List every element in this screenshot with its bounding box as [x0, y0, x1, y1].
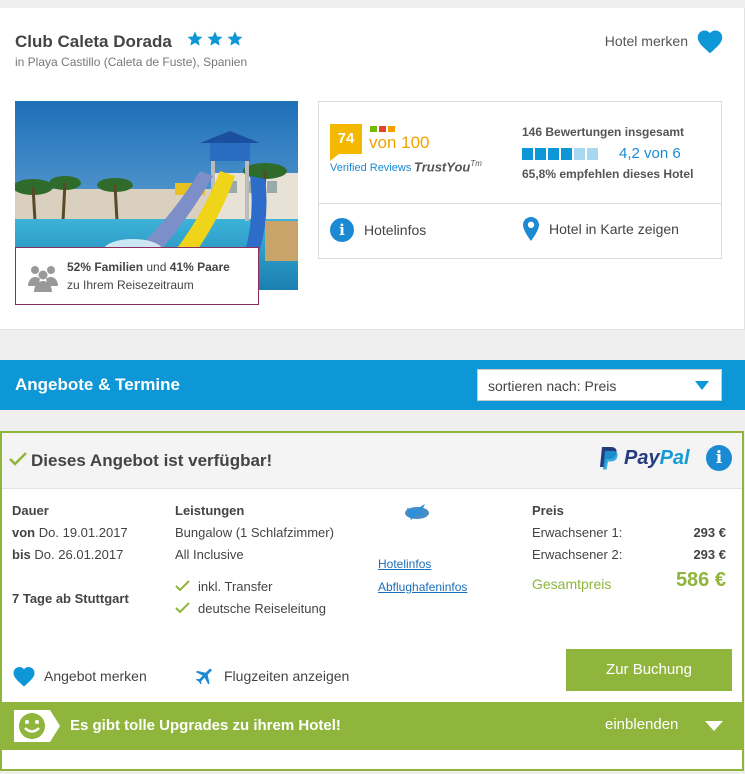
paypal-pay: Pay — [624, 446, 660, 469]
check-icon — [175, 602, 190, 614]
family-stats-text: 52% Familien und 41% Paare zu Ihrem Reis… — [67, 258, 230, 294]
smiley-icon — [14, 710, 60, 742]
check-icon — [175, 580, 190, 592]
adult1-label: Erwachsener 1: — [532, 525, 623, 540]
hotel-location: in Playa Castillo (Caleta de Fuste), Spa… — [15, 55, 248, 69]
airport-info-link[interactable]: Abflughafeninfos — [378, 580, 467, 594]
trustyou-tm: Tm — [470, 159, 482, 168]
payment-info-icon[interactable]: i — [706, 445, 732, 471]
score-badge: 74 — [330, 124, 362, 161]
star-icon — [207, 31, 223, 46]
board-type: All Inclusive — [175, 547, 244, 562]
recommend-rate: 65,8% empfehlen dieses Hotel — [522, 167, 694, 181]
show-flight-times-label: Flugzeiten anzeigen — [224, 668, 350, 684]
rating-square — [574, 148, 585, 160]
check-icon — [9, 452, 27, 466]
adult2-price: 293 € — [693, 547, 726, 562]
hotelinfo-link-offer[interactable]: Hotelinfos — [378, 557, 431, 571]
map-pin-icon — [523, 217, 539, 241]
availability-header: Dieses Angebot ist verfügbar! PayPal i — [2, 433, 742, 489]
upgrade-bar[interactable]: Es gibt tolle Upgrades zu ihrem Hotel! e… — [2, 702, 742, 750]
heart-icon — [13, 667, 35, 687]
score-dot — [370, 126, 377, 132]
date-to: bis Do. 26.01.2017 — [12, 547, 123, 562]
hotel-card: Club Caleta Dorada in Playa Castillo (Ca… — [0, 8, 745, 330]
save-offer-label: Angebot merken — [44, 668, 147, 684]
duration-summary: 7 Tage ab Stuttgart — [12, 591, 129, 606]
score-dots — [370, 126, 395, 132]
rating-square — [587, 148, 598, 160]
trustyou-logo: TrustYouTm — [414, 159, 482, 174]
adult2-label: Erwachsener 2: — [532, 547, 623, 562]
date-to-value: Do. 26.01.2017 — [34, 547, 124, 562]
family-group-icon — [28, 266, 58, 292]
couples-percent: 41% Paare — [169, 260, 230, 274]
show-on-map-link[interactable]: Hotel in Karte zeigen — [523, 217, 679, 241]
total-price-value: 586 € — [675, 569, 726, 591]
date-from: von Do. 19.01.2017 — [12, 525, 128, 540]
rating-squares — [522, 148, 598, 160]
price-heading: Preis — [532, 503, 564, 518]
date-from-value: Do. 19.01.2017 — [38, 525, 128, 540]
paypal-pal: Pal — [659, 446, 690, 469]
chevron-down-icon — [705, 721, 723, 731]
reviews-total[interactable]: 146 Bewertungen insgesamt — [522, 125, 684, 139]
service-extra-label: inkl. Transfer — [198, 579, 273, 594]
adult1-price: 293 € — [693, 525, 726, 540]
rating-square — [522, 148, 533, 160]
offers-title: Angebote & Termine — [15, 375, 180, 394]
hotelinfo-label: Hotelinfos — [364, 222, 427, 238]
duration-heading: Dauer — [12, 503, 49, 518]
show-flight-times-button[interactable]: Flugzeiten anzeigen — [194, 665, 349, 687]
upgrade-text: Es gibt tolle Upgrades zu ihrem Hotel! — [70, 717, 341, 734]
sort-dropdown[interactable]: sortieren nach: Preis — [477, 369, 722, 401]
paypal-logo: PayPal — [598, 445, 690, 471]
service-extra: inkl. Transfer — [175, 579, 272, 594]
save-hotel-button[interactable]: Hotel merken — [605, 28, 724, 54]
show-on-map-label: Hotel in Karte zeigen — [549, 221, 679, 237]
service-extra: deutsche Reiseleitung — [175, 601, 326, 616]
rating-value: 4,2 von 6 — [619, 145, 681, 162]
offer-card: Dieses Angebot ist verfügbar! PayPal i D… — [0, 431, 744, 771]
service-extra-label: deutsche Reiseleitung — [198, 601, 326, 616]
family-stats-box: 52% Familien und 41% Paare zu Ihrem Reis… — [15, 247, 259, 305]
rating-square — [561, 148, 572, 160]
book-button[interactable]: Zur Buchung — [566, 649, 732, 691]
score-dot — [388, 126, 395, 132]
room-type: Bungalow (1 Schlafzimmer) — [175, 525, 334, 540]
star-icon — [187, 31, 203, 46]
hotel-name[interactable]: Club Caleta Dorada — [15, 32, 172, 52]
save-hotel-label: Hotel merken — [604, 33, 688, 49]
sort-dropdown-value: sortieren nach: Preis — [488, 378, 617, 394]
families-percent: 52% Familien — [67, 260, 144, 274]
rating-square — [548, 148, 559, 160]
chevron-down-icon — [695, 381, 709, 390]
trustyou-name: TrustYou — [414, 159, 471, 175]
families-connector: und — [143, 260, 170, 274]
star-icon — [227, 31, 243, 46]
availability-title: Dieses Angebot ist verfügbar! — [31, 451, 273, 470]
tour-operator-logo — [405, 504, 429, 520]
hotelinfo-link[interactable]: i Hotelinfos — [330, 218, 426, 242]
total-price-label: Gesamtpreis — [532, 576, 612, 592]
paypal-icon — [600, 447, 618, 470]
rating-box: 74 von 100 Verified Reviews TrustYouTm 1… — [318, 101, 722, 259]
save-offer-button[interactable]: Angebot merken — [12, 665, 147, 687]
offers-header: Angebote & Termine sortieren nach: Preis — [0, 360, 745, 410]
verified-reviews-label: Verified Reviews — [330, 162, 412, 174]
divider — [319, 203, 721, 204]
rating-square — [535, 148, 546, 160]
score-dot — [379, 126, 386, 132]
heart-icon — [697, 30, 723, 54]
paypal-wordmark: PayPal — [624, 447, 690, 470]
date-from-label: von — [12, 525, 36, 540]
upgrade-toggle[interactable]: einblenden — [605, 716, 678, 733]
score-of: von 100 — [369, 133, 430, 152]
date-to-label: bis — [12, 547, 31, 562]
info-icon: i — [330, 218, 354, 242]
services-heading: Leistungen — [175, 503, 245, 518]
hotel-stars — [186, 30, 244, 48]
family-period: zu Ihrem Reisezeitraum — [67, 278, 194, 292]
airplane-icon — [195, 668, 212, 685]
